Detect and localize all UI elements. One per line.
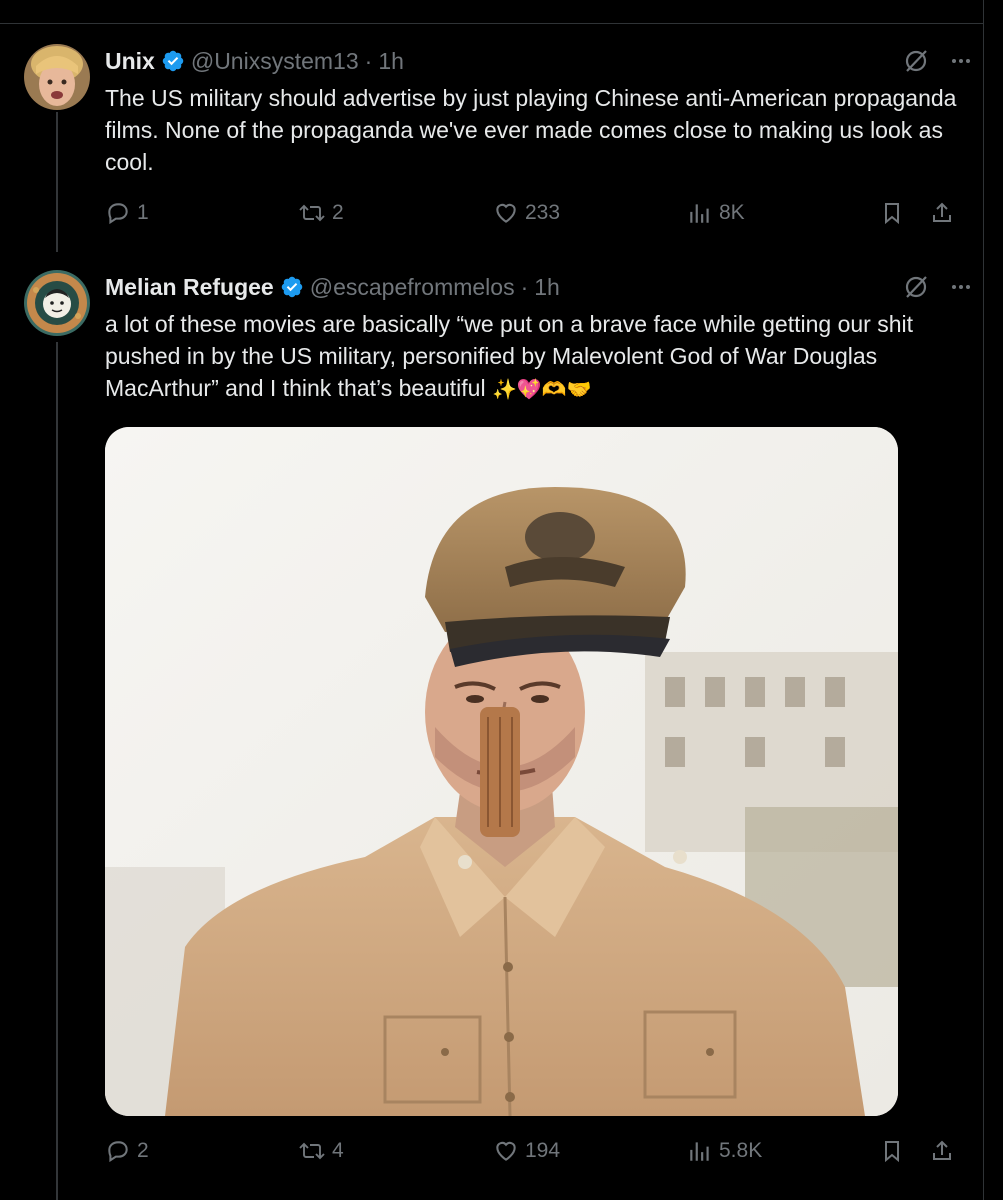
post-text: a lot of these movies are basically “we … [105,308,965,405]
thread-connector [56,342,58,1200]
post-text: The US military should advertise by just… [105,85,957,175]
user-handle[interactable]: @Unixsystem13 [191,48,359,75]
repost-button[interactable]: 4 [298,1138,344,1164]
action-bar: 2 4 194 5.8K [105,1138,955,1170]
display-name[interactable]: Unix [105,48,155,75]
views-count: 8K [719,201,745,224]
grok-icon[interactable] [903,48,929,79]
post-header: Unix @Unixsystem13 · 1h [105,46,404,76]
views-icon [690,1142,709,1161]
like-button[interactable]: 233 [493,200,560,226]
post-image[interactable] [105,427,898,1116]
separator: · [520,273,529,300]
views-icon [690,204,709,223]
post-corner-actions [903,274,973,305]
thread-connector [56,112,58,252]
action-bar: 1 2 233 8K [105,200,955,232]
avatar[interactable] [24,270,90,336]
repost-count: 4 [332,1139,344,1162]
more-icon[interactable] [949,49,973,78]
repost-count: 2 [332,201,344,224]
reply-icon [108,203,128,225]
share-icon [933,1140,951,1160]
views-button[interactable]: 8K [687,200,745,226]
reply-icon [108,1141,128,1163]
bookmark-button[interactable] [880,1138,904,1164]
reply-button[interactable]: 2 [105,1138,149,1164]
views-button[interactable]: 5.8K [687,1138,762,1164]
views-count: 5.8K [719,1139,763,1162]
verified-badge-icon [161,49,185,73]
share-icon [933,202,951,222]
timestamp[interactable]: 1h [534,274,560,301]
separator: · [364,47,373,74]
emoji-sequence: ✨💖🫶🤝 [491,377,592,401]
bookmark-button[interactable] [880,200,904,226]
post-header: Melian Refugee @escapefrommelos · 1h [105,272,560,302]
bookmark-icon [885,1141,899,1163]
like-button[interactable]: 194 [493,1138,560,1164]
portrait-photo [105,427,898,1116]
user-handle[interactable]: @escapefrommelos [310,274,515,301]
reply-count: 2 [137,1139,149,1162]
reply-count: 1 [137,201,149,224]
timestamp[interactable]: 1h [378,48,404,75]
display-name[interactable]: Melian Refugee [105,274,274,301]
divider [0,23,983,24]
verified-badge-icon [280,275,304,299]
share-button[interactable] [930,200,954,226]
avatar[interactable] [24,44,90,110]
reply-button[interactable]: 1 [105,200,149,226]
repost-icon [299,204,325,222]
bookmark-icon [885,203,899,225]
like-icon [496,203,516,223]
share-button[interactable] [930,1138,954,1164]
repost-icon [299,1142,325,1160]
grok-icon[interactable] [903,274,929,305]
like-count: 233 [525,201,561,224]
more-icon[interactable] [949,275,973,304]
like-count: 194 [525,1139,561,1162]
post-corner-actions [903,48,973,79]
like-icon [496,1141,516,1161]
repost-button[interactable]: 2 [298,200,344,226]
